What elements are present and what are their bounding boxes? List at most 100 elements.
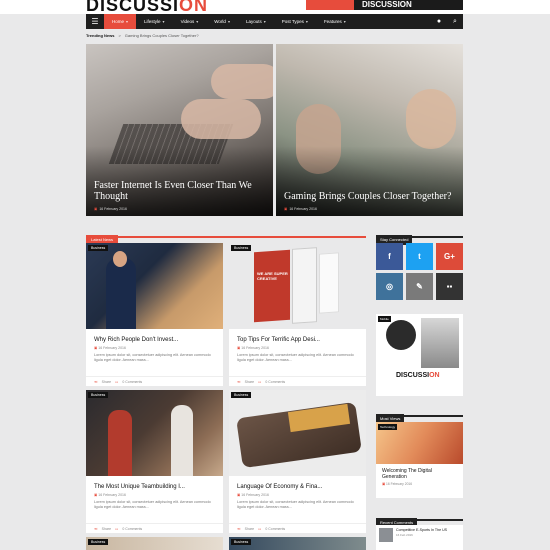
share-icon[interactable]: ≪ (94, 380, 98, 384)
post-footer: ≪ Share ▭ 0 Comments (86, 376, 223, 386)
post-title[interactable]: Language Of Economy & Fina... (229, 476, 366, 490)
nav-item-videos[interactable]: Videos ▾ (173, 14, 207, 29)
comments-link[interactable]: 0 Comments (265, 527, 285, 531)
post-excerpt: Lorem ipsum dolor sit, consectetuer adip… (94, 500, 211, 509)
instagram-icon[interactable]: ◎ (376, 273, 403, 300)
category-tag[interactable]: Business (88, 539, 109, 545)
post-card[interactable]: Business (86, 537, 223, 550)
hand-image (181, 99, 261, 139)
share-icon[interactable]: ≪ (237, 380, 241, 384)
post-footer: ≪ Share ▭ 0 Comments (229, 376, 366, 386)
post-date: ▣ 16 February 2016 (237, 346, 269, 350)
hamburger-menu-icon[interactable]: ☰ (86, 14, 104, 29)
post-title[interactable]: Why Rich People Don't Invest... (86, 329, 223, 343)
comment-thumbnail (379, 528, 393, 542)
sidebar-ad[interactable]: Mobile DISCUSSION (376, 314, 463, 396)
comment-title[interactable]: Competitive E-Sports In The US (396, 528, 447, 532)
share-link[interactable]: Share (245, 527, 254, 531)
post-image: Business (229, 390, 366, 476)
user-icon[interactable]: ● (431, 14, 447, 29)
comments-link[interactable]: 0 Comments (122, 527, 142, 531)
chevron-down-icon: ▾ (126, 19, 129, 24)
nav-item-home[interactable]: Home ▾ (104, 14, 137, 29)
post-image: Business (86, 537, 223, 550)
calendar-icon: ▣ (94, 493, 98, 497)
grid-icon[interactable]: ▪▪ (436, 273, 463, 300)
share-icon[interactable]: ≪ (237, 527, 241, 531)
nav-item-world[interactable]: World ▾ (206, 14, 238, 29)
latest-news-heading: Latest News (86, 228, 366, 245)
hand-image (211, 64, 273, 99)
nav-item-lifestyle[interactable]: Lifestyle ▾ (136, 14, 173, 29)
post-footer: ≪ Share ▭ 0 Comments (229, 523, 366, 533)
ad-logo: DISCUSSION (396, 372, 440, 379)
post-excerpt: Lorem ipsum dolor sit, consectetuer adip… (237, 500, 354, 509)
calendar-icon: ▣ (237, 493, 241, 497)
category-tag[interactable]: Technology (378, 424, 398, 430)
post-excerpt: Lorem ipsum dolor sit, consectetuer adip… (94, 353, 211, 362)
trending-link[interactable]: Gaming Brings Couples Closer Together? (125, 33, 199, 38)
facebook-icon[interactable]: f (376, 243, 403, 270)
post-card[interactable]: Business (229, 537, 366, 550)
comments-link[interactable]: 0 Comments (265, 380, 285, 384)
nav-item-post-types[interactable]: Post Types ▾ (274, 14, 316, 29)
category-tag[interactable]: Business (231, 539, 252, 545)
hero-title[interactable]: Faster Internet Is Even Closer Than We T… (94, 180, 269, 202)
search-icon[interactable]: ⌕ (447, 14, 463, 29)
recent-comments-heading: Recent Comments (376, 511, 463, 528)
post-card[interactable]: Business The Most Unique Teambuilding I.… (86, 390, 223, 533)
chevron-down-icon: ▾ (305, 19, 308, 24)
calendar-icon: ▣ (94, 207, 98, 211)
calendar-icon: ▣ (94, 346, 98, 350)
nav-item-features[interactable]: Features ▾ (316, 14, 354, 29)
post-image: WE ARE SUPER CREATIVE Business (229, 243, 366, 329)
header-ad-banner[interactable]: DISCUSSION (306, 0, 463, 10)
nav-item-layouts[interactable]: Layouts ▾ (238, 14, 274, 29)
calendar-icon: ▣ (237, 346, 241, 350)
post-card[interactable]: WE ARE SUPER CREATIVE Business Top Tips … (229, 243, 366, 386)
post-date: ▣ 16 February 2016 (382, 482, 413, 486)
category-tag[interactable]: Business (88, 245, 109, 251)
chevron-down-icon: ▾ (162, 19, 165, 24)
category-tag[interactable]: Business (231, 392, 252, 398)
chevron-down-icon: ▾ (263, 19, 266, 24)
post-title[interactable]: Welcoming The Digital Generation (376, 464, 463, 480)
chevron-down-icon: ▾ (343, 19, 346, 24)
post-card[interactable]: Business Language Of Economy & Fina... ▣… (229, 390, 366, 533)
hero-post-1[interactable]: Faster Internet Is Even Closer Than We T… (86, 44, 273, 216)
poster-text: WE ARE SUPER CREATIVE (257, 271, 288, 281)
post-date: ▣ 16 February 2016 (237, 493, 269, 497)
hand-image (406, 89, 456, 149)
hero-post-2[interactable]: Gaming Brings Couples Closer Together? ▣… (276, 44, 463, 216)
chevron-down-icon: ▾ (227, 19, 230, 24)
trending-bar: Trending News > Gaming Brings Couples Cl… (86, 30, 463, 40)
share-link[interactable]: Share (245, 380, 254, 384)
post-image: Business (86, 390, 223, 476)
ad-tag: Mobile (378, 316, 391, 322)
trending-label: Trending News (86, 32, 115, 38)
comments-link[interactable]: 0 Comments (122, 380, 142, 384)
share-link[interactable]: Share (102, 527, 111, 531)
post-image: Business (86, 243, 223, 329)
comment-icon: ▭ (258, 379, 262, 384)
calendar-icon: ▣ (284, 207, 288, 211)
category-tag[interactable]: Business (88, 392, 109, 398)
post-image: Technology (376, 422, 463, 464)
comment-meta: 16 Feb 2016 (396, 533, 413, 537)
hero-title[interactable]: Gaming Brings Couples Closer Together? (284, 191, 459, 202)
post-date: ▣ 16 February 2016 (94, 493, 126, 497)
category-tag[interactable]: Business (231, 245, 252, 251)
twitter-icon[interactable]: t (406, 243, 433, 270)
post-image: Business (229, 537, 366, 550)
hero-date: ▣ 16 February 2016 (284, 207, 317, 211)
post-card[interactable]: Business Why Rich People Don't Invest...… (86, 243, 223, 386)
google-plus-icon[interactable]: G+ (436, 243, 463, 270)
main-nav: ☰ Home ▾ Lifestyle ▾ Videos ▾ World ▾ Layout… (86, 14, 463, 29)
most-views-post[interactable]: Technology Welcoming The Digital Generat… (376, 422, 463, 498)
share-icon[interactable]: ≪ (94, 527, 98, 531)
post-title[interactable]: The Most Unique Teambuilding I... (86, 476, 223, 490)
edit-icon[interactable]: ✎ (406, 273, 433, 300)
post-title[interactable]: Top Tips For Terrific App Desi... (229, 329, 366, 343)
share-link[interactable]: Share (102, 380, 111, 384)
recent-comment-item[interactable]: Competitive E-Sports In The US 16 Feb 201… (376, 525, 463, 550)
